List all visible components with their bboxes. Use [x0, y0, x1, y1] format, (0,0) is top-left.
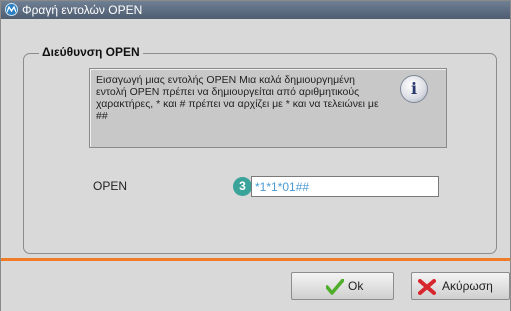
- cancel-button[interactable]: Ακύρωση: [411, 272, 510, 300]
- open-label: OPEN: [93, 179, 128, 193]
- info-icon: i: [400, 75, 428, 103]
- window-title: Φραγή εντολών OPEN: [22, 3, 143, 17]
- checkmark-icon: [325, 278, 345, 298]
- ok-button-label: Ok: [348, 279, 364, 293]
- app-logo-icon: [5, 3, 18, 16]
- info-icon-glyph: i: [410, 79, 418, 98]
- ok-button[interactable]: Ok: [291, 272, 394, 300]
- step-number-badge: 3: [233, 177, 252, 196]
- open-command-input[interactable]: [251, 176, 439, 197]
- dialog-window: Φραγή εντολών OPEN Διεύθυνση OPEN Εισαγω…: [0, 0, 511, 311]
- info-box: Εισαγωγή μιας εντολής OPEN Μια καλά δημι…: [89, 68, 447, 148]
- info-text: Εισαγωγή μιας εντολής OPEN Μια καλά δημι…: [96, 74, 379, 122]
- title-bar[interactable]: Φραγή εντολών OPEN: [1, 1, 510, 19]
- group-title: Διεύθυνση OPEN: [39, 45, 143, 59]
- cancel-button-label: Ακύρωση: [442, 279, 493, 293]
- cross-icon: [418, 279, 436, 298]
